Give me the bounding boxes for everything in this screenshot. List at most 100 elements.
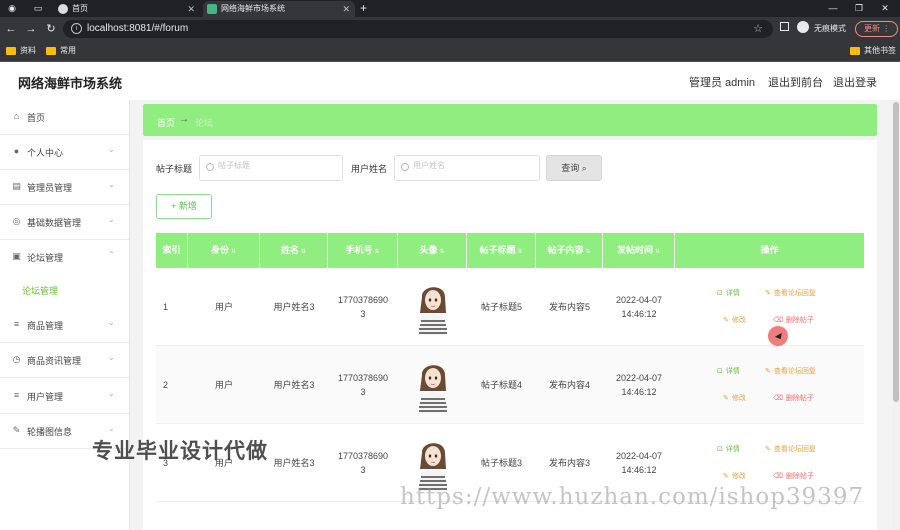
user-search-field[interactable] xyxy=(394,155,540,181)
cell-phone: 17703786903 xyxy=(337,451,389,475)
admin-label: 管理员 admin xyxy=(689,77,756,89)
view-replies-button[interactable]: ✎ 查看论坛回复 xyxy=(765,367,816,377)
sidebar-item-news[interactable]: ◷ 商品资讯管理 ⌄ xyxy=(0,343,129,378)
bookmark-folder[interactable]: 资料 xyxy=(6,45,36,57)
sidebar-item-users[interactable]: ≡ 用户管理 ⌄ xyxy=(0,379,129,414)
page-scrollbar[interactable] xyxy=(892,100,900,530)
column-header[interactable]: 头像 ⇅ xyxy=(398,233,467,268)
sidebar-subitem-forum[interactable]: 论坛管理 xyxy=(0,275,129,305)
detail-button[interactable]: ⊡ 详情 xyxy=(717,367,740,377)
tab-active[interactable]: 网络海鲜市场系统 ✕ xyxy=(203,1,355,17)
edit-button[interactable]: ✎ 修改 xyxy=(723,394,746,404)
logout-link[interactable]: 退出登录 xyxy=(833,74,877,90)
delete-button[interactable]: ⌫ 删除帖子 xyxy=(773,394,814,404)
browser-menu-icon[interactable]: ◉ xyxy=(6,3,18,14)
window-close-icon[interactable]: ✕ xyxy=(874,1,896,15)
clock-icon: ◷ xyxy=(12,354,21,364)
column-header[interactable]: 帖子标题 ⇅ xyxy=(467,233,536,268)
breadcrumb-separator: → xyxy=(179,114,189,125)
edit-button[interactable]: ✎ 修改 xyxy=(723,316,746,326)
new-tab-icon[interactable]: + xyxy=(360,1,367,15)
chevron-down-icon: ⌄ xyxy=(108,215,115,224)
watermark-text: 专业毕业设计代做 xyxy=(92,440,268,463)
forward-icon[interactable]: → xyxy=(24,22,38,36)
other-bookmarks[interactable]: 其他书签 xyxy=(850,45,896,57)
globe-icon xyxy=(58,4,68,14)
edit-icon: ✎ xyxy=(723,317,729,324)
delete-button[interactable]: ⌫ 删除帖子 xyxy=(773,472,814,482)
table-row: 2 用户 用户姓名3 17703786903 帖子标题4 发布内容4 2022-… xyxy=(156,346,864,424)
sidebar-item-label: 商品管理 xyxy=(27,321,64,331)
sidebar-item-home[interactable]: ⌂ 首页 xyxy=(0,100,129,135)
restore-icon[interactable]: ❐ xyxy=(848,1,870,15)
add-button[interactable]: + 新增 xyxy=(156,194,212,219)
bookmark-star-icon[interactable]: ☆ xyxy=(753,22,763,35)
title-search-field[interactable] xyxy=(199,155,343,181)
tab-label: 首页 xyxy=(72,4,88,13)
folder-icon xyxy=(850,47,860,55)
info-icon[interactable]: i xyxy=(71,23,82,34)
chevron-down-icon: ⌄ xyxy=(108,424,115,433)
column-header[interactable]: 索引 xyxy=(156,233,188,268)
detail-button[interactable]: ⊡ 详情 xyxy=(717,445,740,455)
sidebar-item-label: 轮播图信息 xyxy=(27,427,73,437)
cell-post-content: 发布内容5 xyxy=(548,302,590,312)
sidebar-item-profile[interactable]: ● 个人中心 ⌄ xyxy=(0,135,129,170)
sidebar-item-admins[interactable]: ▤ 管理员管理 ⌄ xyxy=(0,170,129,205)
edit-button[interactable]: ✎ 修改 xyxy=(723,472,746,482)
bookmark-folder[interactable]: 常用 xyxy=(46,45,76,57)
column-header[interactable]: 手机号 ⇅ xyxy=(328,233,398,268)
update-button[interactable]: 更新 ⋮ xyxy=(855,21,898,37)
delete-button[interactable]: ⌫ 删除帖子 xyxy=(773,316,814,326)
sidebar-item-products[interactable]: ≡ 商品管理 ⌄ xyxy=(0,308,129,343)
detail-button[interactable]: ⊡ 详情 xyxy=(717,289,740,299)
chevron-down-icon: ⌄ xyxy=(108,145,115,154)
side-panel-icon[interactable] xyxy=(780,22,789,31)
column-header[interactable]: 帖子内容 ⇅ xyxy=(536,233,603,268)
minimize-icon[interactable]: — xyxy=(822,1,844,15)
reply-icon: ✎ xyxy=(765,290,771,297)
title-search-input[interactable] xyxy=(218,161,328,170)
search-icon: ⌕ xyxy=(581,163,587,173)
cell-name: 用户姓名3 xyxy=(273,458,315,468)
chevron-up-icon: ⌃ xyxy=(108,250,115,259)
column-header[interactable]: 发帖时间 ⇅ xyxy=(603,233,675,268)
user-search-input[interactable] xyxy=(413,161,523,170)
column-header[interactable]: 身份 ⇅ xyxy=(188,233,260,268)
view-replies-button[interactable]: ✎ 查看论坛回复 xyxy=(765,445,816,455)
breadcrumb-home[interactable]: 首页 xyxy=(157,116,175,129)
url-input[interactable]: i localhost:8081/#/forum ☆ xyxy=(63,20,773,38)
avatar xyxy=(417,287,448,335)
sidebar-item-forum[interactable]: ▣ 论坛管理 ⌃ xyxy=(0,240,129,275)
scrollbar-thumb[interactable] xyxy=(893,102,899,402)
post-time: 14:46:12 xyxy=(621,465,657,475)
cell-role: 用户 xyxy=(214,380,233,390)
tab-home[interactable]: 首页 ✕ xyxy=(54,1,200,17)
close-icon[interactable]: ✕ xyxy=(187,1,195,17)
edit-icon: ✎ xyxy=(723,473,729,480)
column-header[interactable]: 姓名 ⇅ xyxy=(260,233,328,268)
view-replies-button[interactable]: ✎ 查看论坛回复 xyxy=(765,289,816,299)
post-date: 2022-04-07 xyxy=(615,295,663,305)
sidebar-item-label: 管理员管理 xyxy=(27,183,73,193)
post-time: 14:46:12 xyxy=(621,309,657,319)
sidebar-item-basic-data[interactable]: ◎ 基础数据管理 ⌄ xyxy=(0,205,129,240)
back-icon[interactable]: ← xyxy=(4,22,18,36)
detail-icon: ⊡ xyxy=(717,446,723,453)
table-header: 索引 身份 ⇅ 姓名 ⇅ 手机号 ⇅ 头像 ⇅ 帖子标题 ⇅ 帖子内容 ⇅ 发帖时间 ⇅ 操作 xyxy=(156,233,864,268)
close-icon[interactable]: ✕ xyxy=(342,1,350,17)
cell-phone: 17703786903 xyxy=(337,373,389,397)
breadcrumb-current: 论坛 xyxy=(195,118,214,128)
sidebar-item-label: 论坛管理 xyxy=(27,253,64,263)
user-filter-label: 用户姓名 xyxy=(351,164,388,174)
reload-icon[interactable]: ↻ xyxy=(44,22,58,36)
back-to-front-link[interactable]: 退出到前台 xyxy=(768,74,823,90)
query-button[interactable]: 查询 ⌕ xyxy=(546,155,602,181)
tab-search-icon[interactable]: ▭ xyxy=(32,3,44,14)
home-icon: ⌂ xyxy=(13,111,20,121)
list-icon: ≡ xyxy=(13,319,20,329)
cell-name: 用户姓名3 xyxy=(273,302,315,312)
chevron-down-icon: ⌄ xyxy=(108,318,115,327)
post-time: 14:46:12 xyxy=(621,387,657,397)
cell-avatar xyxy=(398,346,467,424)
